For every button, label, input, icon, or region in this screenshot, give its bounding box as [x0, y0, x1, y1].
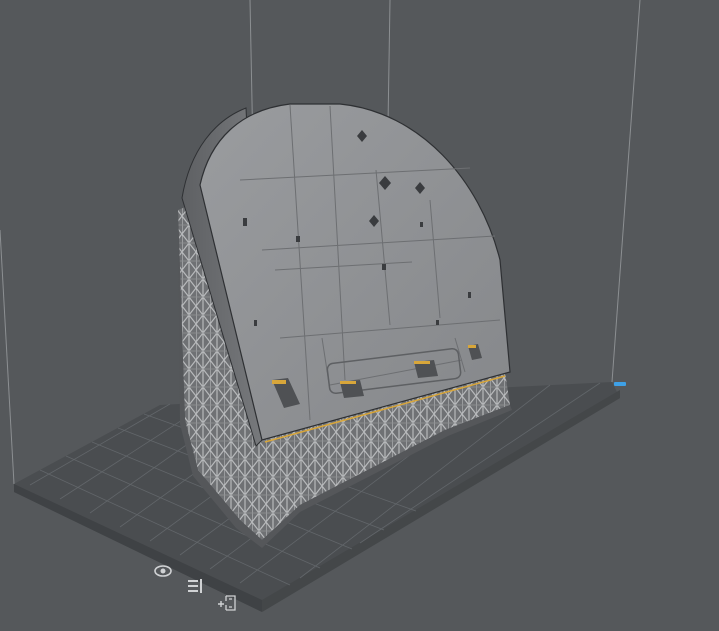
axis-marker-icon [614, 382, 626, 386]
visibility-eye-icon[interactable] [152, 560, 174, 582]
scene-canvas[interactable] [0, 0, 719, 631]
viewport-overlay-controls [150, 560, 250, 620]
3d-viewport[interactable] [0, 0, 719, 631]
layers-list-icon[interactable] [184, 576, 206, 598]
add-support-icon[interactable] [216, 592, 238, 614]
